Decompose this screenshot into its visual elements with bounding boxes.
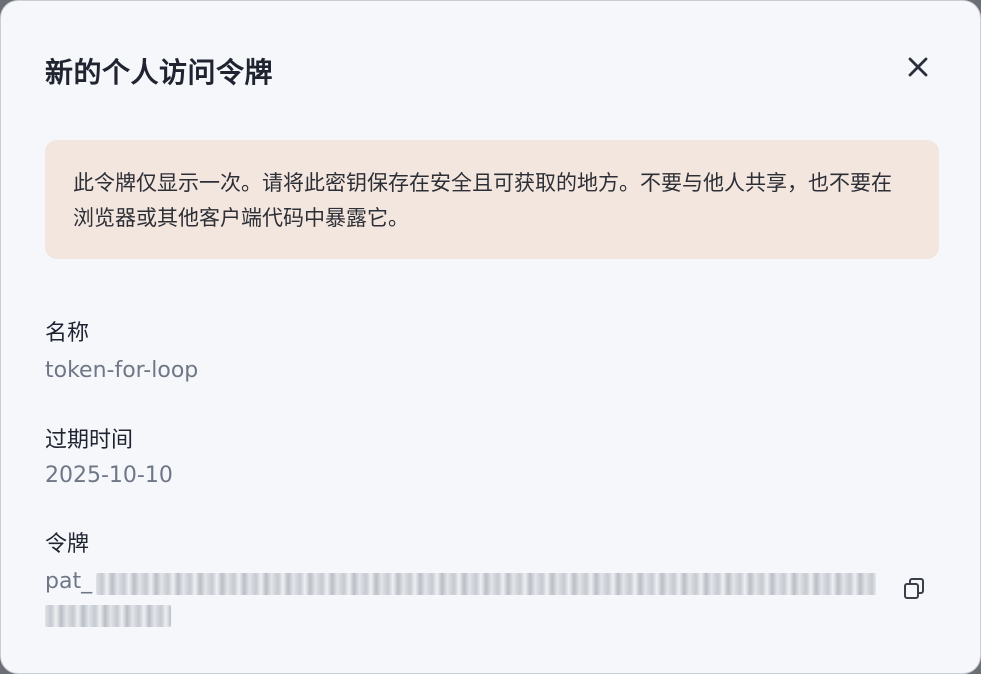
expiry-value: 2025-10-10 xyxy=(45,463,173,488)
token-label: 令牌 xyxy=(45,532,90,557)
new-token-dialog: 新的个人访问令牌 此令牌仅显示一次。请将此密钥保存在安全且可获取的地方。不要与他… xyxy=(0,0,981,674)
warning-notice: 此令牌仅显示一次。请将此密钥保存在安全且可获取的地方。不要与他人共享，也不要在浏… xyxy=(45,140,939,259)
close-button[interactable] xyxy=(899,51,937,83)
expiry-label: 过期时间 xyxy=(45,428,134,453)
dialog-title: 新的个人访问令牌 xyxy=(45,56,274,89)
close-icon xyxy=(908,57,928,77)
name-label: 名称 xyxy=(45,321,90,346)
copy-token-button[interactable] xyxy=(900,575,928,603)
copy-icon xyxy=(904,578,924,599)
token-value: pat_ xyxy=(45,569,885,627)
token-obscured-part-2 xyxy=(45,604,171,627)
token-obscured-part xyxy=(96,572,877,595)
name-value: token-for-loop xyxy=(45,358,199,383)
token-prefix: pat_ xyxy=(45,569,93,594)
